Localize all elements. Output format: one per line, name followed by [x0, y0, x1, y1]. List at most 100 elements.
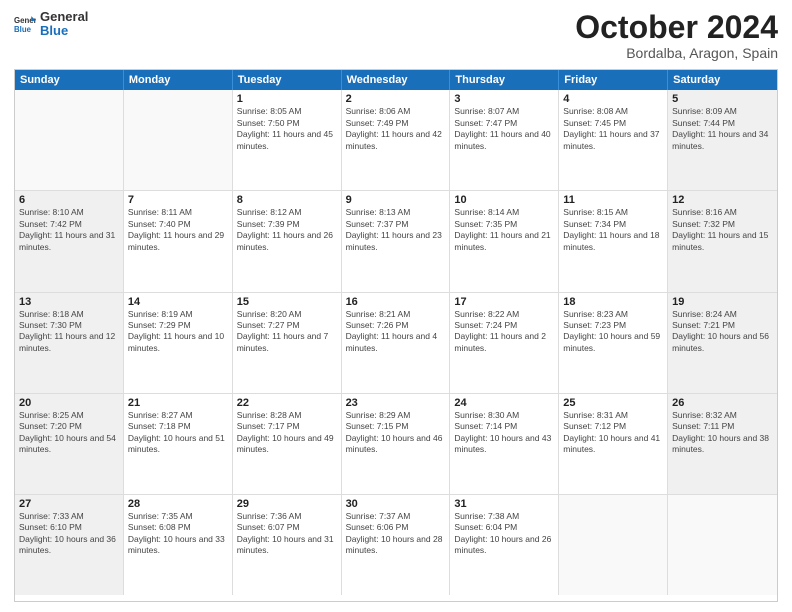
calendar-body: 1Sunrise: 8:05 AM Sunset: 7:50 PM Daylig… [15, 90, 777, 595]
calendar-day-2: 2Sunrise: 8:06 AM Sunset: 7:49 PM Daylig… [342, 90, 451, 190]
calendar-day-24: 24Sunrise: 8:30 AM Sunset: 7:14 PM Dayli… [450, 394, 559, 494]
day-info: Sunrise: 8:28 AM Sunset: 7:17 PM Dayligh… [237, 410, 337, 456]
day-info: Sunrise: 8:10 AM Sunset: 7:42 PM Dayligh… [19, 207, 119, 253]
day-header-saturday: Saturday [668, 70, 777, 90]
calendar-empty-cell [15, 90, 124, 190]
calendar-day-8: 8Sunrise: 8:12 AM Sunset: 7:39 PM Daylig… [233, 191, 342, 291]
calendar-day-28: 28Sunrise: 7:35 AM Sunset: 6:08 PM Dayli… [124, 495, 233, 595]
calendar-day-6: 6Sunrise: 8:10 AM Sunset: 7:42 PM Daylig… [15, 191, 124, 291]
day-number: 2 [346, 93, 446, 105]
logo: General Blue General Blue [14, 10, 88, 39]
day-info: Sunrise: 8:06 AM Sunset: 7:49 PM Dayligh… [346, 106, 446, 152]
calendar-empty-cell [668, 495, 777, 595]
day-number: 13 [19, 296, 119, 308]
day-info: Sunrise: 8:23 AM Sunset: 7:23 PM Dayligh… [563, 309, 663, 355]
calendar-day-21: 21Sunrise: 8:27 AM Sunset: 7:18 PM Dayli… [124, 394, 233, 494]
day-info: Sunrise: 8:21 AM Sunset: 7:26 PM Dayligh… [346, 309, 446, 355]
calendar-day-13: 13Sunrise: 8:18 AM Sunset: 7:30 PM Dayli… [15, 293, 124, 393]
logo-icon: General Blue [14, 13, 36, 35]
day-info: Sunrise: 8:15 AM Sunset: 7:34 PM Dayligh… [563, 207, 663, 253]
calendar-day-1: 1Sunrise: 8:05 AM Sunset: 7:50 PM Daylig… [233, 90, 342, 190]
day-header-monday: Monday [124, 70, 233, 90]
day-number: 12 [672, 194, 773, 206]
calendar-day-22: 22Sunrise: 8:28 AM Sunset: 7:17 PM Dayli… [233, 394, 342, 494]
calendar-header-row: SundayMondayTuesdayWednesdayThursdayFrid… [15, 70, 777, 90]
page: General Blue General Blue October 2024 B… [0, 0, 792, 612]
day-number: 21 [128, 397, 228, 409]
calendar-day-17: 17Sunrise: 8:22 AM Sunset: 7:24 PM Dayli… [450, 293, 559, 393]
day-info: Sunrise: 7:37 AM Sunset: 6:06 PM Dayligh… [346, 511, 446, 557]
day-number: 25 [563, 397, 663, 409]
day-number: 4 [563, 93, 663, 105]
day-number: 9 [346, 194, 446, 206]
calendar-day-5: 5Sunrise: 8:09 AM Sunset: 7:44 PM Daylig… [668, 90, 777, 190]
calendar-day-27: 27Sunrise: 7:33 AM Sunset: 6:10 PM Dayli… [15, 495, 124, 595]
day-number: 14 [128, 296, 228, 308]
day-info: Sunrise: 8:29 AM Sunset: 7:15 PM Dayligh… [346, 410, 446, 456]
day-info: Sunrise: 8:20 AM Sunset: 7:27 PM Dayligh… [237, 309, 337, 355]
title-block: October 2024 Bordalba, Aragon, Spain [575, 10, 778, 61]
day-info: Sunrise: 8:11 AM Sunset: 7:40 PM Dayligh… [128, 207, 228, 253]
day-number: 20 [19, 397, 119, 409]
day-info: Sunrise: 8:14 AM Sunset: 7:35 PM Dayligh… [454, 207, 554, 253]
location: Bordalba, Aragon, Spain [575, 45, 778, 61]
day-number: 18 [563, 296, 663, 308]
day-number: 3 [454, 93, 554, 105]
day-number: 1 [237, 93, 337, 105]
svg-text:Blue: Blue [14, 25, 32, 34]
day-number: 23 [346, 397, 446, 409]
day-info: Sunrise: 8:24 AM Sunset: 7:21 PM Dayligh… [672, 309, 773, 355]
day-info: Sunrise: 8:08 AM Sunset: 7:45 PM Dayligh… [563, 106, 663, 152]
calendar-week-4: 20Sunrise: 8:25 AM Sunset: 7:20 PM Dayli… [15, 394, 777, 495]
day-header-sunday: Sunday [15, 70, 124, 90]
day-info: Sunrise: 7:38 AM Sunset: 6:04 PM Dayligh… [454, 511, 554, 557]
calendar-day-12: 12Sunrise: 8:16 AM Sunset: 7:32 PM Dayli… [668, 191, 777, 291]
day-number: 7 [128, 194, 228, 206]
day-info: Sunrise: 8:31 AM Sunset: 7:12 PM Dayligh… [563, 410, 663, 456]
calendar-day-16: 16Sunrise: 8:21 AM Sunset: 7:26 PM Dayli… [342, 293, 451, 393]
calendar-day-4: 4Sunrise: 8:08 AM Sunset: 7:45 PM Daylig… [559, 90, 668, 190]
calendar-day-7: 7Sunrise: 8:11 AM Sunset: 7:40 PM Daylig… [124, 191, 233, 291]
calendar-week-5: 27Sunrise: 7:33 AM Sunset: 6:10 PM Dayli… [15, 495, 777, 595]
day-number: 5 [672, 93, 773, 105]
calendar-day-14: 14Sunrise: 8:19 AM Sunset: 7:29 PM Dayli… [124, 293, 233, 393]
day-info: Sunrise: 8:05 AM Sunset: 7:50 PM Dayligh… [237, 106, 337, 152]
calendar-day-20: 20Sunrise: 8:25 AM Sunset: 7:20 PM Dayli… [15, 394, 124, 494]
calendar-week-3: 13Sunrise: 8:18 AM Sunset: 7:30 PM Dayli… [15, 293, 777, 394]
calendar-day-11: 11Sunrise: 8:15 AM Sunset: 7:34 PM Dayli… [559, 191, 668, 291]
day-info: Sunrise: 8:07 AM Sunset: 7:47 PM Dayligh… [454, 106, 554, 152]
day-number: 28 [128, 498, 228, 510]
calendar-day-30: 30Sunrise: 7:37 AM Sunset: 6:06 PM Dayli… [342, 495, 451, 595]
day-info: Sunrise: 8:22 AM Sunset: 7:24 PM Dayligh… [454, 309, 554, 355]
day-info: Sunrise: 7:33 AM Sunset: 6:10 PM Dayligh… [19, 511, 119, 557]
calendar-day-31: 31Sunrise: 7:38 AM Sunset: 6:04 PM Dayli… [450, 495, 559, 595]
day-number: 15 [237, 296, 337, 308]
day-number: 11 [563, 194, 663, 206]
day-number: 6 [19, 194, 119, 206]
day-number: 24 [454, 397, 554, 409]
calendar-empty-cell [559, 495, 668, 595]
header: General Blue General Blue October 2024 B… [14, 10, 778, 61]
calendar-week-2: 6Sunrise: 8:10 AM Sunset: 7:42 PM Daylig… [15, 191, 777, 292]
day-number: 22 [237, 397, 337, 409]
day-header-thursday: Thursday [450, 70, 559, 90]
calendar-day-3: 3Sunrise: 8:07 AM Sunset: 7:47 PM Daylig… [450, 90, 559, 190]
day-info: Sunrise: 8:16 AM Sunset: 7:32 PM Dayligh… [672, 207, 773, 253]
day-number: 27 [19, 498, 119, 510]
calendar-week-1: 1Sunrise: 8:05 AM Sunset: 7:50 PM Daylig… [15, 90, 777, 191]
day-number: 30 [346, 498, 446, 510]
calendar-empty-cell [124, 90, 233, 190]
day-number: 29 [237, 498, 337, 510]
calendar-day-9: 9Sunrise: 8:13 AM Sunset: 7:37 PM Daylig… [342, 191, 451, 291]
day-info: Sunrise: 8:25 AM Sunset: 7:20 PM Dayligh… [19, 410, 119, 456]
calendar: SundayMondayTuesdayWednesdayThursdayFrid… [14, 69, 778, 602]
calendar-day-26: 26Sunrise: 8:32 AM Sunset: 7:11 PM Dayli… [668, 394, 777, 494]
day-info: Sunrise: 8:12 AM Sunset: 7:39 PM Dayligh… [237, 207, 337, 253]
calendar-day-18: 18Sunrise: 8:23 AM Sunset: 7:23 PM Dayli… [559, 293, 668, 393]
day-number: 10 [454, 194, 554, 206]
day-header-friday: Friday [559, 70, 668, 90]
logo-general-text: General [40, 10, 88, 24]
calendar-day-15: 15Sunrise: 8:20 AM Sunset: 7:27 PM Dayli… [233, 293, 342, 393]
calendar-day-10: 10Sunrise: 8:14 AM Sunset: 7:35 PM Dayli… [450, 191, 559, 291]
day-info: Sunrise: 8:27 AM Sunset: 7:18 PM Dayligh… [128, 410, 228, 456]
